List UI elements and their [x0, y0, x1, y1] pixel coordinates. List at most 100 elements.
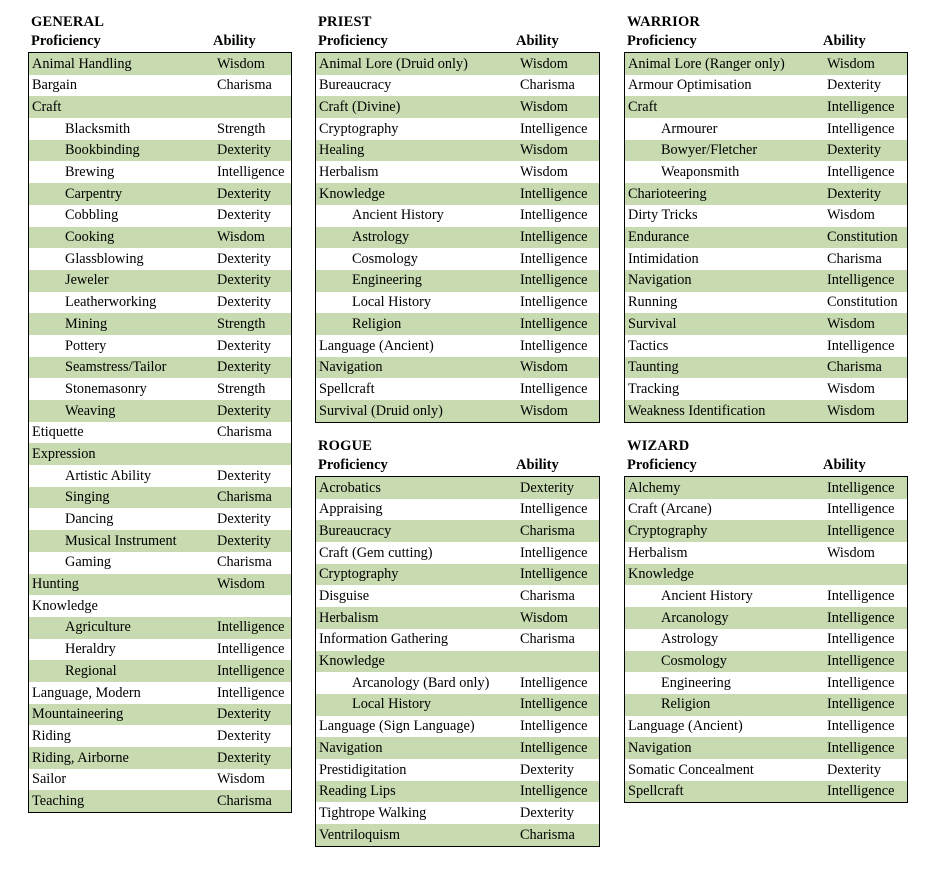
ability-cell: [824, 563, 908, 586]
proficiency-name-cell: Leatherworking: [28, 291, 214, 314]
proficiency-name-cell: Arcanology: [624, 607, 824, 629]
ability-cell: Wisdom: [824, 52, 908, 75]
table-row: Reading Lips Intelligence: [315, 780, 600, 803]
ability-cell: Intelligence: [517, 183, 600, 205]
proficiency-name-cell: Riding, Airborne: [28, 747, 214, 769]
table-row: Astrology Intelligence: [624, 628, 908, 651]
ability-cell: Dexterity: [824, 74, 908, 97]
header-proficiency: Proficiency: [627, 457, 697, 473]
table-row: Knowledge: [28, 595, 292, 617]
table-row: Survival (Druid only) Wisdom: [315, 400, 600, 423]
table-row: Cosmology Intelligence: [315, 248, 600, 270]
ability-cell: Intelligence: [824, 96, 908, 119]
table-row: Artistic Ability Dexterity: [28, 465, 292, 487]
proficiency-name-cell: Craft (Arcane): [624, 498, 824, 521]
table-body: Acrobatics Dexterity Appraising Intelligenc…: [315, 476, 600, 847]
ability-cell: Intelligence: [824, 520, 908, 543]
ability-cell: [214, 595, 292, 617]
table-row: Mining Strength: [28, 313, 292, 335]
ability-cell: Charisma: [214, 790, 292, 813]
table-row: Craft (Arcane) Intelligence: [624, 498, 908, 521]
table-row: Language (Ancient) Intelligence: [624, 715, 908, 738]
proficiency-name-cell: Cryptography: [624, 520, 824, 543]
ability-cell: Intelligence: [517, 313, 600, 335]
table-body: Animal Lore (Druid only) Wisdom Bureaucrac…: [315, 52, 600, 423]
ability-cell: Dexterity: [214, 139, 292, 162]
proficiency-name-cell: Animal Lore (Druid only): [315, 52, 517, 75]
column-headers-priest: Proficiency Ability: [318, 33, 600, 50]
table-row: Tracking Wisdom: [624, 378, 908, 400]
table-row: Navigation Intelligence: [624, 269, 908, 292]
ability-cell: Intelligence: [824, 737, 908, 759]
ability-cell: Constitution: [824, 226, 908, 249]
proficiency-name-cell: Bargain: [28, 74, 214, 97]
proficiency-name-cell: Tightrope Walking: [315, 802, 517, 824]
ability-cell: Dexterity: [214, 183, 292, 205]
table-row: Knowledge Intelligence: [315, 183, 600, 205]
proficiency-name-cell: Running: [624, 291, 824, 314]
proficiency-name-cell: Teaching: [28, 790, 214, 813]
proficiency-name-cell: Artistic Ability: [28, 465, 214, 487]
ability-cell: Wisdom: [517, 161, 600, 184]
ability-cell: Dexterity: [214, 530, 292, 552]
table-row: Sailor Wisdom: [28, 768, 292, 791]
ability-cell: Intelligence: [517, 542, 600, 564]
table-row: Jeweler Dexterity: [28, 269, 292, 292]
ability-cell: Dexterity: [824, 183, 908, 205]
table-row: Herbalism Wisdom: [315, 607, 600, 629]
table-row: Weakness Identification Wisdom: [624, 400, 908, 423]
table-row: Knowledge: [315, 650, 600, 673]
table-title-priest: PRIEST: [318, 14, 372, 30]
table-row: Arcanology Intelligence: [624, 607, 908, 629]
proficiency-table-wizard: Alchemy Intelligence Craft (Arcane) Intelli…: [624, 476, 908, 804]
ability-cell: Strength: [214, 118, 292, 140]
table-block-warrior: WARRIOR Proficiency Ability Animal Lore …: [624, 14, 908, 423]
header-ability: Ability: [823, 457, 866, 473]
ability-cell: Wisdom: [214, 52, 292, 75]
proficiency-name-cell: Blacksmith: [28, 118, 214, 140]
table-row: Animal Lore (Ranger only) Wisdom: [624, 52, 908, 75]
ability-cell: Dexterity: [517, 476, 600, 499]
ability-cell: Intelligence: [517, 693, 600, 716]
table-row: Hunting Wisdom: [28, 573, 292, 596]
proficiency-name-cell: Cooking: [28, 226, 214, 249]
ability-cell: Charisma: [214, 421, 292, 444]
ability-cell: Charisma: [824, 356, 908, 379]
ability-cell: Charisma: [214, 74, 292, 97]
table-row: Language (Sign Language) Intelligence: [315, 715, 600, 738]
ability-cell: Dexterity: [214, 508, 292, 531]
proficiency-name-cell: Singing: [28, 486, 214, 509]
proficiency-name-cell: Regional: [28, 660, 214, 682]
proficiency-name-cell: Bowyer/Fletcher: [624, 139, 824, 162]
ability-cell: Intelligence: [824, 672, 908, 694]
proficiency-name-cell: Craft: [28, 96, 214, 119]
ability-cell: Intelligence: [824, 476, 908, 499]
ability-cell: Wisdom: [824, 542, 908, 564]
ability-cell: Intelligence: [824, 498, 908, 521]
proficiency-tables-page: GENERAL Proficiency Ability Animal Handl…: [0, 0, 934, 881]
proficiency-name-cell: Armour Optimisation: [624, 74, 824, 97]
table-row: Navigation Intelligence: [315, 737, 600, 759]
proficiency-name-cell: Information Gathering: [315, 628, 517, 651]
proficiency-name-cell: Brewing: [28, 161, 214, 184]
header-proficiency: Proficiency: [318, 457, 388, 473]
proficiency-name-cell: Cryptography: [315, 563, 517, 586]
table-row: Armour Optimisation Dexterity: [624, 74, 908, 97]
proficiency-name-cell: Cosmology: [315, 248, 517, 270]
ability-cell: Charisma: [517, 74, 600, 97]
ability-cell: Wisdom: [517, 400, 600, 423]
table-block-rogue: ROGUE Proficiency Ability Acrobatics Dext…: [315, 438, 600, 847]
proficiency-name-cell: Astrology: [315, 226, 517, 249]
ability-cell: Wisdom: [517, 607, 600, 629]
proficiency-name-cell: Agriculture: [28, 616, 214, 639]
proficiency-name-cell: Animal Handling: [28, 52, 214, 75]
ability-cell: Wisdom: [214, 226, 292, 249]
proficiency-table-rogue: Acrobatics Dexterity Appraising Intelligenc…: [315, 476, 600, 847]
proficiency-name-cell: Dirty Tricks: [624, 204, 824, 227]
table-title-warrior: WARRIOR: [627, 14, 701, 30]
ability-cell: Dexterity: [517, 758, 600, 781]
proficiency-name-cell: Astrology: [624, 628, 824, 651]
table-row: Craft: [28, 96, 292, 119]
ability-cell: Intelligence: [517, 563, 600, 586]
table-row: Tactics Intelligence: [624, 334, 908, 357]
